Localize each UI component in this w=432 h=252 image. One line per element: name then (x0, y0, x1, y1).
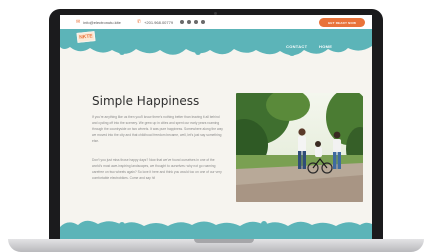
laptop-notch (194, 239, 254, 243)
pinterest-icon[interactable] (201, 20, 206, 24)
twitter-icon[interactable] (187, 20, 192, 24)
contact-phone[interactable]: +201.968.00779 (144, 20, 173, 25)
intro-paragraph: If you're anything like us then you'll k… (92, 115, 223, 143)
nav-home[interactable]: HOME (319, 44, 332, 49)
page-title: Simple Happiness (92, 94, 200, 108)
facebook-icon[interactable] (180, 20, 185, 24)
site-logo[interactable]: NKTE (76, 31, 96, 43)
phone-icon: ✆ (136, 19, 142, 25)
instagram-icon[interactable] (194, 20, 199, 24)
family-cycling-photo (236, 93, 363, 202)
mail-icon: ✉ (76, 19, 81, 25)
social-links (180, 20, 208, 24)
contact-email[interactable]: info@electronutu.kite (83, 20, 121, 25)
footer-cloud-border (60, 220, 372, 241)
laptop-base (8, 239, 424, 252)
get-ready-button[interactable]: GET READY NOW (319, 18, 365, 27)
laptop-screen: ✉ info@electronutu.kite ✆ +201.968.00779… (60, 15, 372, 241)
nav-contact[interactable]: CONTACT (286, 44, 307, 49)
top-info-bar: ✉ info@electronutu.kite ✆ +201.968.00779… (60, 15, 372, 29)
second-paragraph: Don't you just miss those happy days? No… (92, 158, 222, 180)
family-cycling-image (236, 93, 363, 202)
